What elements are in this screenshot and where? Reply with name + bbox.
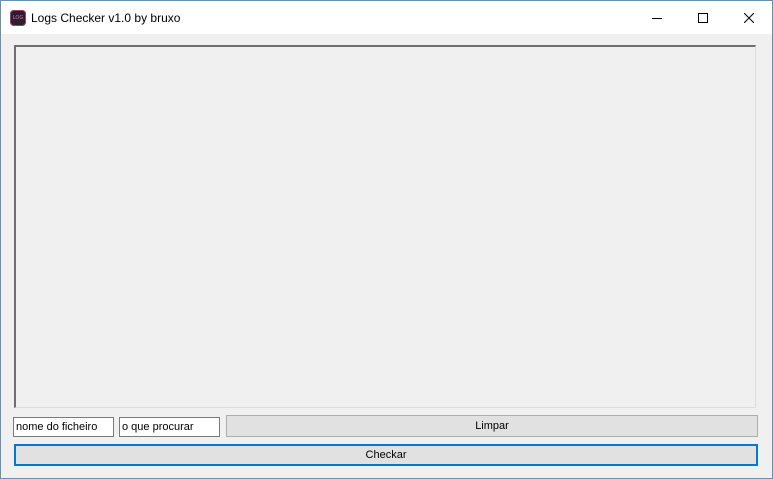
check-button[interactable]: Checkar <box>14 444 758 466</box>
title-bar[interactable]: LOG Logs Checker v1.0 by bruxo <box>1 1 772 34</box>
minimize-icon <box>652 17 662 19</box>
search-term-input[interactable] <box>119 417 220 437</box>
clear-button[interactable]: Limpar <box>226 415 758 437</box>
app-logo-icon: LOG <box>10 10 26 26</box>
close-button[interactable] <box>726 1 772 34</box>
minimize-button[interactable] <box>634 1 680 34</box>
window-title: Logs Checker v1.0 by bruxo <box>31 11 181 25</box>
app-window: LOG Logs Checker v1.0 by bruxo Limpar Ch… <box>0 0 773 479</box>
client-area: Limpar Checkar <box>1 34 772 478</box>
app-logo-glyph: LOG <box>12 14 24 21</box>
filename-input[interactable] <box>13 417 114 437</box>
maximize-icon <box>698 12 708 23</box>
log-output-area[interactable] <box>14 45 756 408</box>
maximize-button[interactable] <box>680 1 726 34</box>
close-icon <box>744 12 754 23</box>
